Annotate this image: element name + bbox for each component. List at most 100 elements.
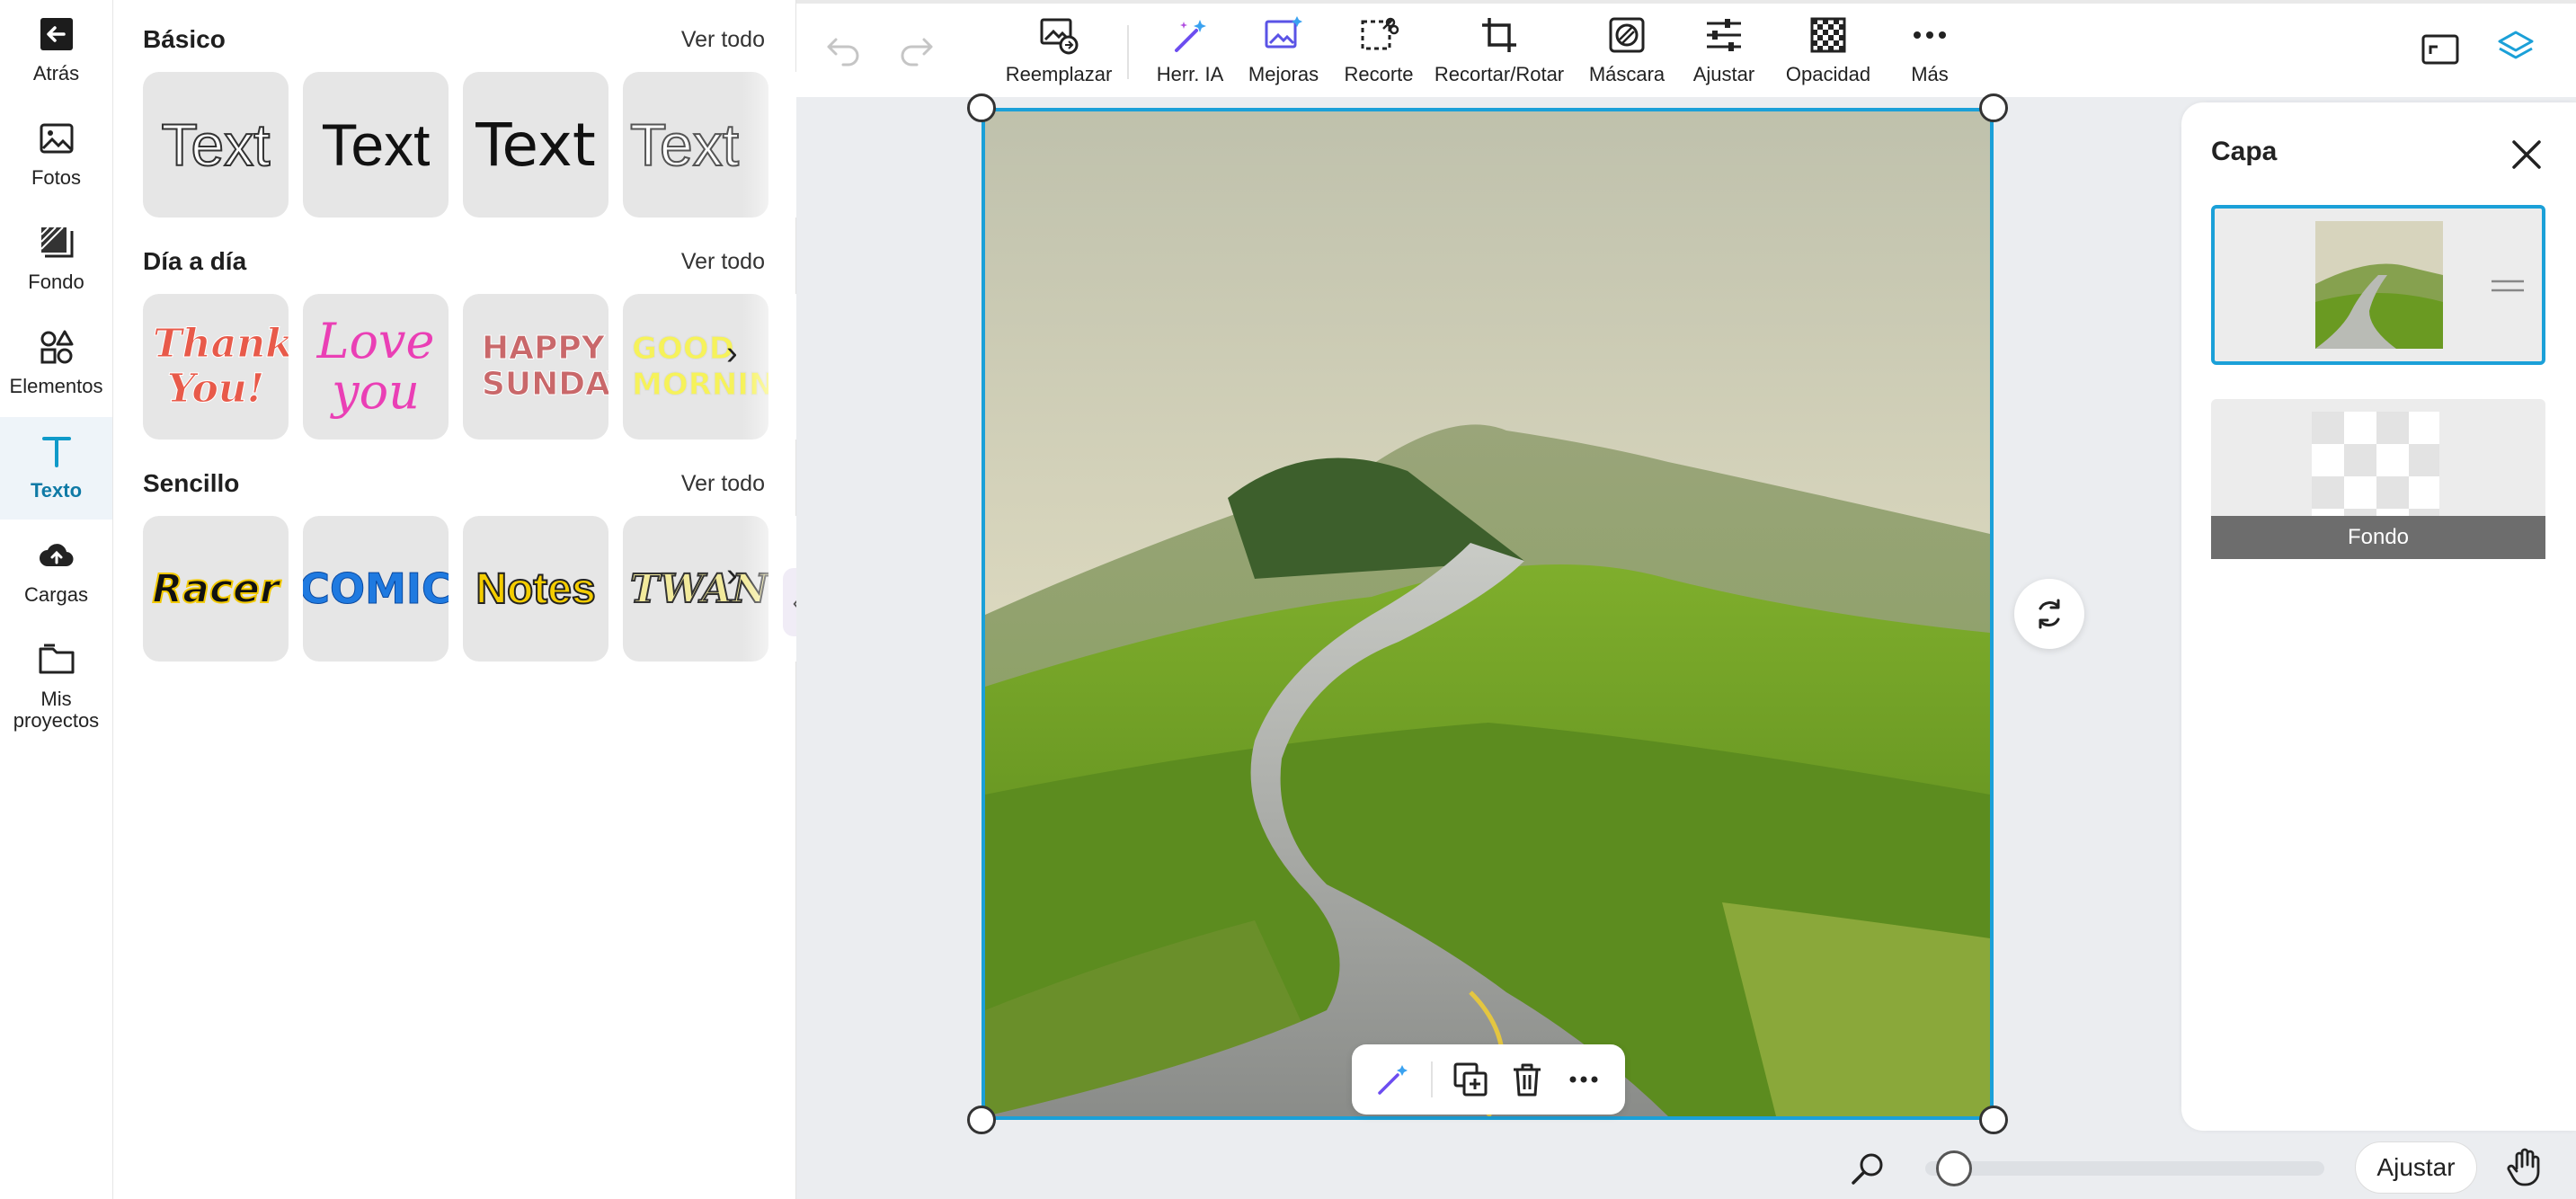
toolbar-divider bbox=[1127, 25, 1129, 79]
layers-icon[interactable] bbox=[2495, 27, 2536, 68]
sticker-tile[interactable]: Love you bbox=[303, 294, 449, 440]
landscape-image bbox=[985, 111, 1990, 1116]
tool-cutout[interactable]: Recorte bbox=[1336, 14, 1422, 86]
tool-label: Ajustar bbox=[1692, 63, 1755, 85]
tool-crop-rotate[interactable]: Recortar/Rotar bbox=[1429, 14, 1569, 86]
redo-icon[interactable] bbox=[895, 27, 937, 68]
text-style-tile[interactable]: Racer bbox=[143, 516, 289, 662]
rail-label: Fondo bbox=[28, 271, 84, 293]
fullscreen-icon[interactable] bbox=[2420, 29, 2461, 70]
rail-label: Elementos bbox=[9, 375, 103, 397]
rail-item-photos[interactable]: Fotos bbox=[0, 104, 112, 207]
text-style-tile[interactable]: Text bbox=[143, 72, 289, 218]
tool-label: Recortar/Rotar bbox=[1434, 63, 1565, 85]
tool-label: Más bbox=[1911, 63, 1949, 85]
tool-opacity[interactable]: Opacidad bbox=[1776, 14, 1880, 86]
shapes-icon bbox=[40, 330, 73, 364]
enhance-image-icon bbox=[1265, 16, 1302, 49]
tool-more[interactable]: Más bbox=[1889, 14, 1970, 86]
layer-label: Fondo bbox=[2211, 516, 2545, 559]
fit-button[interactable]: Ajustar bbox=[2355, 1141, 2477, 1194]
section-title: Día a día bbox=[143, 247, 247, 275]
magic-wand-icon bbox=[1175, 20, 1206, 52]
chevron-right-icon[interactable]: › bbox=[726, 334, 738, 373]
text-style-tile[interactable]: COMIC bbox=[303, 516, 449, 662]
rail-item-elements[interactable]: Elementos bbox=[0, 313, 112, 415]
rail-item-uploads[interactable]: Cargas bbox=[0, 521, 112, 624]
chevron-right-icon[interactable]: › bbox=[726, 556, 738, 595]
more-icon bbox=[1914, 31, 1946, 39]
tool-mask[interactable]: Máscara bbox=[1582, 14, 1672, 86]
resize-handle[interactable] bbox=[1979, 1106, 2008, 1134]
duplicate-icon[interactable] bbox=[1452, 1061, 1489, 1098]
rail-item-background[interactable]: Fondo bbox=[0, 209, 112, 311]
text-icon bbox=[41, 437, 71, 467]
crop-icon bbox=[1482, 18, 1516, 52]
layer-item-background[interactable]: Fondo bbox=[2211, 399, 2545, 559]
rail-item-projects[interactable]: Mis proyectos bbox=[0, 626, 112, 742]
sticker-tile[interactable]: Thank You! bbox=[143, 294, 289, 440]
rail-item-text[interactable]: Texto bbox=[0, 417, 112, 520]
landscape-photo[interactable] bbox=[982, 108, 1994, 1120]
zoom-icon[interactable] bbox=[1848, 1149, 1888, 1188]
tool-replace[interactable]: Reemplazar bbox=[1005, 14, 1113, 86]
tool-label: Reemplazar bbox=[1005, 63, 1113, 85]
zoom-slider-thumb[interactable] bbox=[1936, 1150, 1973, 1186]
selection-toolbar bbox=[1352, 1044, 1625, 1115]
more-icon[interactable] bbox=[1565, 1061, 1603, 1098]
tool-ai[interactable]: Herr. IA bbox=[1147, 14, 1233, 86]
text-panel: Básico Ver todo Text Text Text Text Día … bbox=[113, 0, 805, 1199]
cloud-upload-icon bbox=[39, 544, 74, 567]
tile-text: Text bbox=[160, 111, 271, 179]
top-toolbar: Reemplazar Herr. IA Mejoras Recorte Reco… bbox=[796, 0, 2576, 97]
layer-panel-title: Capa bbox=[2211, 137, 2278, 166]
tile-text: Notes bbox=[475, 564, 596, 614]
rotate-button[interactable] bbox=[2014, 579, 2084, 649]
rotate-icon bbox=[2039, 599, 2060, 629]
rail-item-back[interactable]: Atrás bbox=[0, 0, 112, 102]
arrow-left-icon bbox=[40, 18, 73, 50]
text-style-tile[interactable]: Text bbox=[303, 72, 449, 218]
tool-label: Mejoras bbox=[1248, 63, 1319, 85]
close-icon[interactable] bbox=[2509, 137, 2545, 173]
rail-label: Cargas bbox=[24, 583, 88, 606]
resize-handle[interactable] bbox=[1979, 93, 2008, 122]
tile-text: Racer bbox=[151, 565, 280, 613]
text-style-tile[interactable]: Notes bbox=[463, 516, 608, 662]
tool-label: Recorte bbox=[1344, 63, 1414, 85]
view-all-link[interactable]: Ver todo bbox=[681, 249, 765, 275]
tool-label: Herr. IA bbox=[1156, 63, 1224, 85]
tile-text: Love you bbox=[316, 313, 435, 420]
zoom-slider-track[interactable] bbox=[1925, 1161, 2324, 1176]
undo-icon[interactable] bbox=[823, 27, 865, 68]
layer-panel: Capa Fondo bbox=[2181, 102, 2576, 1131]
tile-text: GOOD MORNING bbox=[632, 331, 769, 404]
layer-item-image[interactable] bbox=[2211, 205, 2545, 365]
resize-handle[interactable] bbox=[967, 1106, 996, 1134]
tool-label: Opacidad bbox=[1785, 63, 1871, 85]
view-all-link[interactable]: Ver todo bbox=[681, 27, 765, 53]
tool-adjust[interactable]: Ajustar bbox=[1681, 14, 1767, 86]
cutout-icon bbox=[1361, 17, 1399, 50]
magic-wand-icon[interactable] bbox=[1374, 1061, 1412, 1098]
resize-handle[interactable] bbox=[967, 93, 996, 122]
sliders-icon bbox=[1707, 19, 1741, 51]
tile-text: Text bbox=[475, 110, 596, 180]
mask-icon bbox=[1609, 17, 1645, 53]
section-title: Sencillo bbox=[143, 469, 240, 497]
trash-icon[interactable] bbox=[1508, 1061, 1546, 1098]
view-all-link[interactable]: Ver todo bbox=[681, 471, 765, 497]
tool-enhance[interactable]: Mejoras bbox=[1240, 14, 1327, 86]
text-style-tile[interactable]: Text bbox=[463, 72, 608, 218]
sticker-tile[interactable]: HAPPY SUNDAY bbox=[463, 294, 608, 440]
tile-text: Thank You! bbox=[153, 321, 289, 412]
rail-label: Mis proyectos bbox=[13, 688, 100, 732]
drag-handle-icon[interactable] bbox=[2490, 277, 2526, 295]
section-title: Básico bbox=[143, 25, 226, 53]
replace-image-icon bbox=[1040, 18, 1079, 55]
tile-text: Text bbox=[321, 111, 431, 178]
tile-text: HAPPY SUNDAY bbox=[482, 330, 609, 403]
rail-label: Texto bbox=[30, 479, 83, 502]
rail-label: Atrás bbox=[32, 62, 80, 84]
hand-icon[interactable] bbox=[2504, 1145, 2547, 1188]
